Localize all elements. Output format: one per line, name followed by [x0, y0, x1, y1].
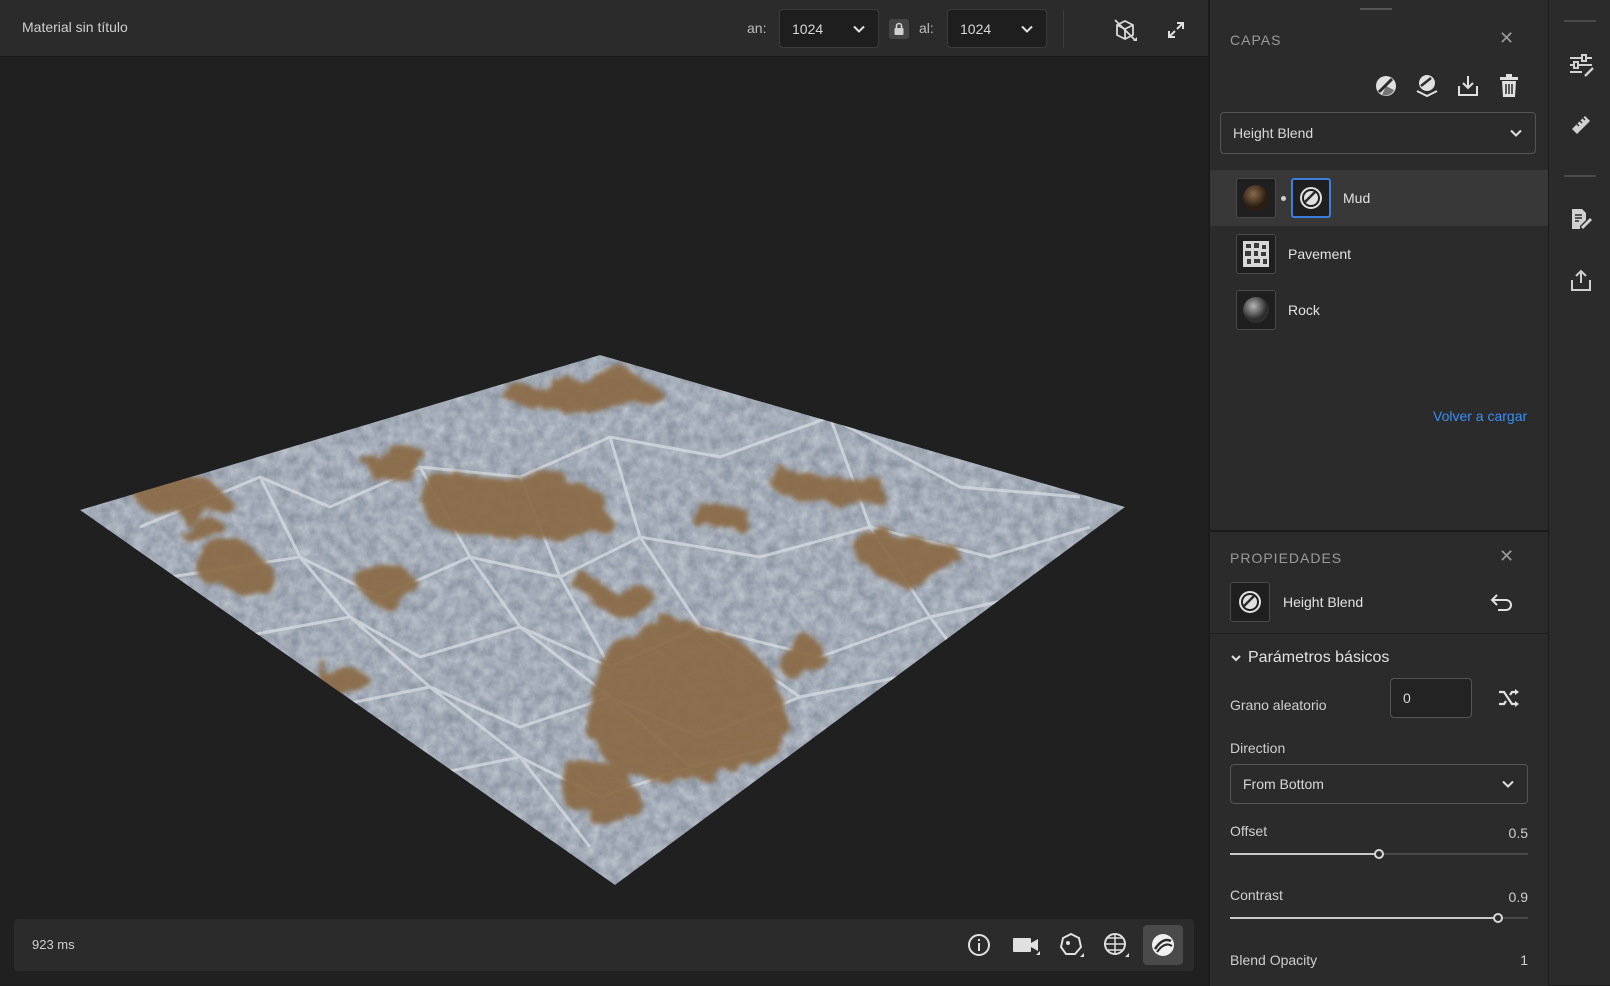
reload-link[interactable]: Volver a cargar [1433, 408, 1527, 424]
offset-value: 0.5 [1508, 825, 1528, 841]
direction-select[interactable]: From Bottom [1230, 764, 1528, 804]
export-icon[interactable] [1566, 266, 1596, 296]
layer-thumbnail[interactable] [1236, 178, 1276, 218]
properties-panel-title: PROPIEDADES [1230, 550, 1343, 566]
environment-icon[interactable] [1056, 931, 1086, 959]
layers-panel: CAPAS ✕ Height Blend Mud Pavement Rock V… [1209, 0, 1548, 530]
seed-value: 0 [1403, 690, 1411, 706]
blend-mode-value: Height Blend [1233, 125, 1314, 141]
height-value: 1024 [960, 20, 992, 37]
layer-item-mud[interactable]: Mud [1210, 170, 1548, 226]
panel-drag-handle[interactable] [1360, 8, 1392, 10]
blend-opacity-value: 1 [1520, 952, 1528, 968]
layer-name: Mud [1343, 190, 1371, 206]
import-icon[interactable] [1454, 72, 1482, 100]
layer-item-rock[interactable]: Rock [1210, 282, 1548, 338]
blend-mode-select[interactable]: Height Blend [1220, 112, 1536, 154]
direction-label: Direction [1230, 740, 1286, 756]
viewport-status-bar: 923 ms [14, 919, 1194, 971]
height-label: al: [919, 20, 934, 36]
reset-icon[interactable] [1488, 590, 1514, 614]
height-select[interactable]: 1024 [947, 9, 1047, 48]
material-title: Material sin título [22, 19, 128, 35]
adjustments-icon[interactable] [1566, 50, 1596, 80]
contrast-slider[interactable] [1230, 911, 1528, 925]
seed-label: Grano aleatorio [1230, 697, 1327, 713]
camera-icon[interactable] [1010, 931, 1042, 959]
plane-surface [80, 355, 1125, 885]
slider-fill [1230, 853, 1379, 855]
info-icon[interactable] [965, 931, 993, 959]
width-label: an: [747, 20, 767, 36]
properties-panel: PROPIEDADES ✕ Height Blend Parámetros bá… [1209, 531, 1548, 986]
height-blend-icon [1230, 582, 1270, 622]
material-ball-icon[interactable] [1143, 925, 1183, 965]
chevron-down-icon [1021, 25, 1033, 33]
offset-slider[interactable] [1230, 847, 1528, 861]
contrast-label: Contrast [1230, 887, 1283, 903]
material-preview-plane[interactable] [0, 57, 1208, 917]
layer-thumbnail[interactable] [1236, 290, 1276, 330]
height-blend-icon[interactable] [1291, 178, 1331, 218]
lock-icon[interactable] [889, 19, 909, 39]
section-header[interactable]: Parámetros básicos [1230, 649, 1389, 667]
ruler-icon[interactable] [1566, 110, 1596, 140]
layers-panel-title: CAPAS [1230, 32, 1282, 48]
close-icon[interactable]: ✕ [1499, 546, 1514, 567]
shuffle-icon[interactable] [1495, 684, 1523, 712]
rail-separator [1564, 20, 1596, 22]
blend-opacity-label: Blend Opacity [1230, 952, 1318, 968]
rail-separator [1564, 175, 1596, 177]
layer-thumbnail[interactable] [1236, 234, 1276, 274]
trash-icon[interactable] [1495, 72, 1523, 100]
close-icon[interactable]: ✕ [1499, 28, 1514, 49]
direction-value: From Bottom [1243, 776, 1324, 792]
section-divider [1210, 633, 1548, 634]
expand-icon[interactable] [1163, 17, 1189, 43]
contrast-value: 0.9 [1508, 889, 1528, 905]
layer-item-pavement[interactable]: Pavement [1210, 226, 1548, 282]
slider-fill [1230, 917, 1498, 919]
offset-label: Offset [1230, 823, 1268, 839]
viewport[interactable]: Material sin título an: 1024 al: 1024 92… [0, 0, 1208, 985]
view-mode-icon[interactable] [1110, 15, 1140, 45]
chevron-down-icon [1231, 655, 1241, 662]
chevron-down-icon [1510, 129, 1522, 137]
section-title: Parámetros básicos [1248, 649, 1390, 666]
chevron-down-icon [1502, 780, 1514, 788]
node-name: Height Blend [1283, 594, 1364, 610]
uv-icon[interactable] [1101, 931, 1131, 959]
width-value: 1024 [792, 20, 824, 37]
add-fill-icon[interactable] [1372, 72, 1400, 100]
viewport-toolbar: Material sin título an: 1024 al: 1024 [0, 0, 1208, 57]
chevron-down-icon [853, 25, 865, 33]
seed-input[interactable]: 0 [1390, 678, 1472, 718]
layer-name: Rock [1288, 302, 1320, 318]
link-dot [1281, 195, 1286, 201]
slider-thumb[interactable] [1493, 913, 1503, 923]
slider-thumb[interactable] [1374, 849, 1384, 859]
right-tool-rail [1548, 0, 1610, 985]
layer-name: Pavement [1288, 246, 1352, 262]
width-select[interactable]: 1024 [779, 9, 879, 48]
add-layer-icon[interactable] [1413, 72, 1441, 100]
render-time: 923 ms [32, 937, 75, 952]
document-edit-icon[interactable] [1566, 204, 1596, 234]
toolbar-divider [1063, 10, 1064, 48]
